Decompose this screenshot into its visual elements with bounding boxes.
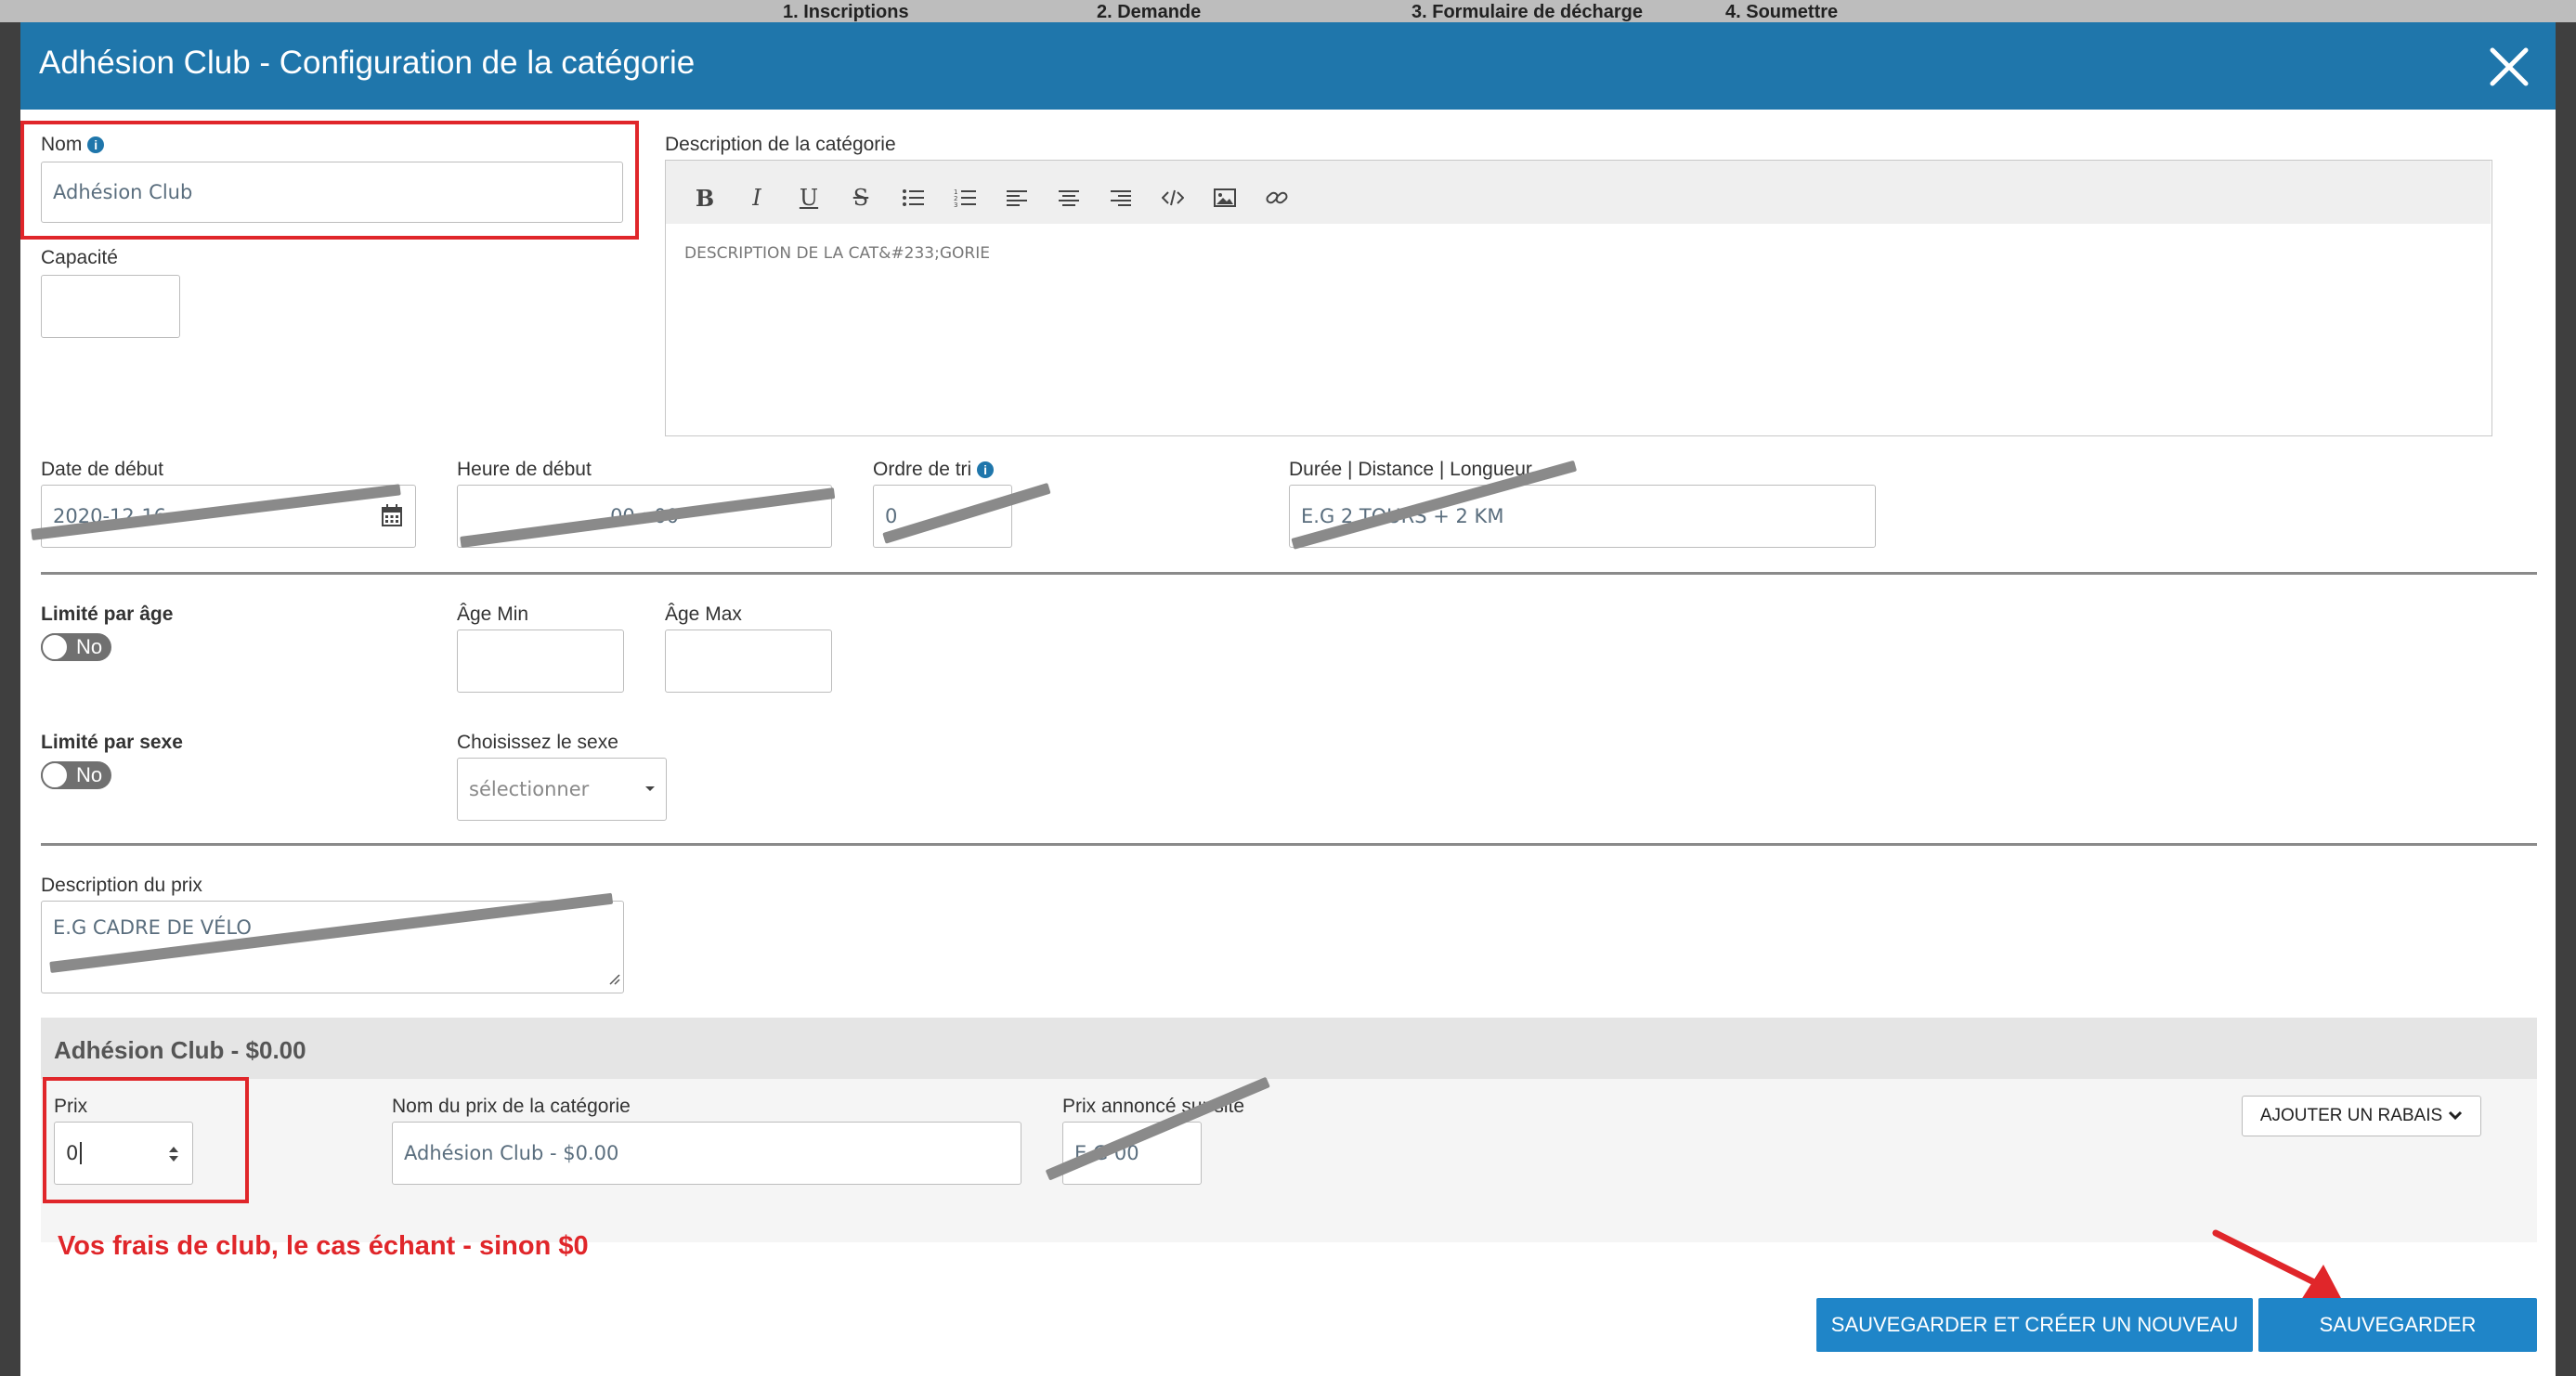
- age-min-label: Âge Min: [457, 604, 529, 625]
- toggle-knob: [41, 633, 69, 661]
- price-section-header: Adhésion Club - $0.00: [41, 1018, 2537, 1079]
- step-3-label: 3. Formulaire de décharge: [1412, 2, 1643, 22]
- duration-label: Durée | Distance | Longueur: [1289, 459, 1532, 480]
- code-icon[interactable]: [1154, 179, 1191, 216]
- start-time-label: Heure de début: [457, 459, 592, 480]
- start-date-label: Date de début: [41, 459, 163, 480]
- description-content: DESCRIPTION DE LA CAT&#233;GORIE: [684, 244, 990, 263]
- close-icon[interactable]: [2483, 41, 2535, 93]
- caret-down-icon: [645, 786, 655, 791]
- add-discount-button[interactable]: AJOUTER UN RABAIS: [2242, 1096, 2481, 1136]
- strikethrough-icon[interactable]: S: [842, 179, 879, 216]
- resize-handle-icon[interactable]: [607, 967, 620, 990]
- modal-header: Adhésion Club - Configuration de la caté…: [20, 22, 2556, 110]
- advertised-price-input[interactable]: E.G 00: [1062, 1122, 1202, 1185]
- info-icon: i: [977, 461, 995, 478]
- price-label: Prix: [54, 1096, 88, 1117]
- section-divider: [41, 572, 2537, 575]
- link-icon[interactable]: [1258, 179, 1295, 216]
- name-input[interactable]: Adhésion Club: [41, 162, 623, 223]
- duration-input[interactable]: E.G 2 TOURS + 2 KM: [1289, 485, 1876, 548]
- description-label: Description de la catégorie: [665, 134, 896, 155]
- bullet-list-icon[interactable]: [894, 179, 931, 216]
- age-max-label: Âge Max: [665, 604, 742, 625]
- sort-order-label: Ordre de tri i: [873, 459, 995, 481]
- annotation-text: Vos frais de club, le cas échant - sinon…: [58, 1231, 589, 1261]
- chevron-down-icon: [2448, 1106, 2463, 1126]
- age-limit-toggle[interactable]: No: [41, 633, 111, 661]
- sort-order-input[interactable]: 0: [873, 485, 1012, 548]
- underline-icon[interactable]: U: [790, 179, 827, 216]
- price-input[interactable]: 0: [54, 1122, 193, 1185]
- capacity-label: Capacité: [41, 247, 118, 268]
- spinner-icon[interactable]: [168, 1145, 179, 1168]
- image-icon[interactable]: [1206, 179, 1243, 216]
- background-wizard-steps: 1. Inscriptions 2. Demande 3. Formulaire…: [0, 0, 2576, 22]
- age-limit-label: Limité par âge: [41, 604, 174, 625]
- text-cursor: [80, 1142, 83, 1164]
- category-config-modal: Adhésion Club - Configuration de la caté…: [20, 22, 2556, 1376]
- step-1-label: 1. Inscriptions: [783, 2, 909, 22]
- save-and-new-button[interactable]: SAUVEGARDER ET CRÉER UN NOUVEAU: [1816, 1298, 2253, 1352]
- align-left-icon[interactable]: [998, 179, 1035, 216]
- sex-limit-label: Limité par sexe: [41, 732, 183, 753]
- sex-select[interactable]: sélectionner: [457, 758, 667, 821]
- price-description-label: Description du prix: [41, 875, 202, 896]
- advertised-price-label: Prix annoncé sur site: [1062, 1096, 1245, 1117]
- toggle-knob: [41, 761, 69, 789]
- sex-select-label: Choisissez le sexe: [457, 732, 618, 753]
- save-button[interactable]: SAUVEGARDER: [2258, 1298, 2537, 1352]
- age-max-input[interactable]: [665, 630, 832, 693]
- description-editor[interactable]: B I U S 123 DESCRIPTION DE LA CAT&#233;G…: [665, 160, 2492, 436]
- section-divider: [41, 843, 2537, 846]
- modal-title: Adhésion Club - Configuration de la caté…: [39, 45, 696, 81]
- price-section-title: Adhésion Club - $0.00: [54, 1036, 306, 1064]
- bold-icon[interactable]: B: [686, 179, 723, 216]
- step-2-label: 2. Demande: [1097, 2, 1202, 22]
- price-name-label: Nom du prix de la catégorie: [392, 1096, 631, 1117]
- svg-text:3: 3: [954, 201, 957, 208]
- age-min-input[interactable]: [457, 630, 624, 693]
- price-name-input[interactable]: Adhésion Club - $0.00: [392, 1122, 1021, 1185]
- editor-toolbar: B I U S 123: [666, 161, 2491, 224]
- sex-limit-toggle[interactable]: No: [41, 761, 111, 789]
- start-time-input[interactable]: 00 : 00: [457, 485, 832, 548]
- price-description-textarea[interactable]: E.G CADRE DE VÉLO: [41, 901, 624, 993]
- align-center-icon[interactable]: [1050, 179, 1087, 216]
- name-label: Nom i: [41, 134, 105, 156]
- step-4-label: 4. Soumettre: [1725, 2, 1839, 22]
- numbered-list-icon[interactable]: 123: [946, 179, 983, 216]
- calendar-icon[interactable]: [382, 504, 402, 531]
- capacity-input[interactable]: [41, 275, 180, 338]
- start-date-input[interactable]: 2020-12-16: [41, 485, 416, 548]
- align-right-icon[interactable]: [1102, 179, 1139, 216]
- info-icon: i: [87, 136, 105, 153]
- italic-icon[interactable]: I: [738, 179, 775, 216]
